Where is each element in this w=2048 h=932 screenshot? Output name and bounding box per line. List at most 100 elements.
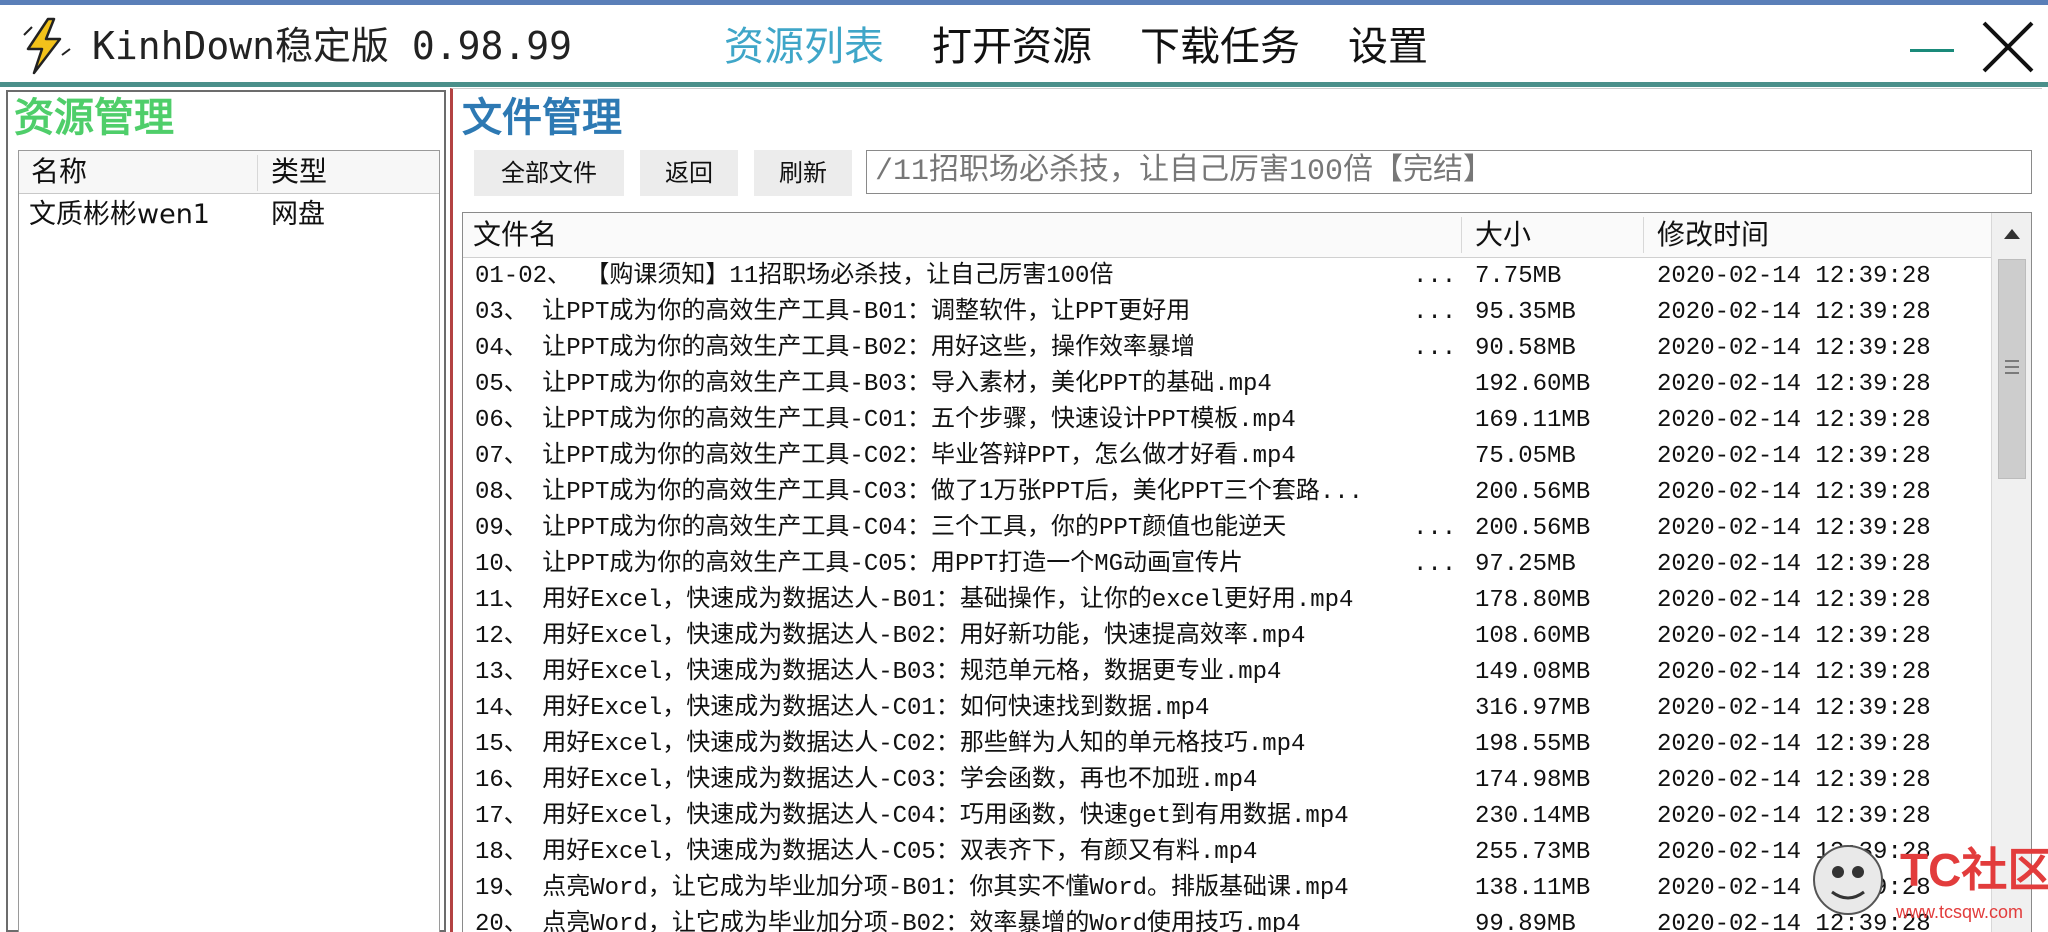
file-row[interactable]: 07、 让PPT成为你的高效生产工具-C02：毕业答辩PPT，怎么做才好看.mp… <box>463 439 1991 475</box>
file-modified-time: 2020-02-14 12:39:28 <box>1657 443 1931 470</box>
scrollbar-thumb[interactable] <box>1998 259 2026 479</box>
column-size[interactable]: 大小 <box>1475 213 1531 257</box>
nav-resource-list[interactable]: 资源列表 <box>724 23 884 71</box>
column-type[interactable]: 类型 <box>271 151 327 193</box>
file-row[interactable]: 11、 用好Excel，快速成为数据达人-B01：基础操作，让你的excel更好… <box>463 583 1991 619</box>
scroll-up-arrow-icon[interactable] <box>2000 223 2024 247</box>
file-modified-time: 2020-02-14 12:39:28 <box>1657 659 1931 686</box>
watermark-url: www.tcsqw.com <box>1895 902 2023 922</box>
truncation-ellipsis: ... <box>1413 335 1457 362</box>
file-size: 99.89MB <box>1475 911 1576 932</box>
file-size: 169.11MB <box>1475 407 1591 434</box>
file-modified-time: 2020-02-14 12:39:28 <box>1657 299 1931 326</box>
file-row[interactable]: 18、 用好Excel，快速成为数据达人-C05：双表齐下，有颜又有料.mp4 2… <box>463 835 1991 871</box>
file-size: 108.60MB <box>1475 623 1591 650</box>
file-modified-time: 2020-02-14 12:39:28 <box>1657 407 1931 434</box>
minimize-icon[interactable] <box>1910 49 1954 52</box>
file-name: 08、 让PPT成为你的高效生产工具-C03：做了1万张PPT后，美化PPT三个… <box>475 479 1364 506</box>
file-row[interactable]: 03、 让PPT成为你的高效生产工具-B01：调整软件，让PPT更好用... 95… <box>463 295 1991 331</box>
file-row[interactable]: 06、 让PPT成为你的高效生产工具-C01：五个步骤，快速设计PPT模板.mp… <box>463 403 1991 439</box>
column-name[interactable]: 名称 <box>31 151 87 193</box>
vertical-scrollbar[interactable] <box>1991 213 2031 932</box>
file-name: 06、 让PPT成为你的高效生产工具-C01：五个步骤，快速设计PPT模板.mp… <box>475 407 1296 434</box>
file-size: 138.11MB <box>1475 875 1591 902</box>
file-size: 95.35MB <box>1475 299 1576 326</box>
file-name: 01-02、 【购课须知】11招职场必杀技，让自己厉害100倍 <box>475 263 1114 290</box>
nav-download-tasks[interactable]: 下载任务 <box>1140 23 1300 71</box>
file-row[interactable]: 08、 让PPT成为你的高效生产工具-C03：做了1万张PPT后，美化PPT三个… <box>463 475 1991 511</box>
back-button[interactable]: 返回 <box>640 150 738 196</box>
file-row[interactable]: 12、 用好Excel，快速成为数据达人-B02：用好新功能，快速提高效率.mp… <box>463 619 1991 655</box>
file-row[interactable]: 09、 让PPT成为你的高效生产工具-C04：三个工具，你的PPT颜值也能逆天.… <box>463 511 1991 547</box>
file-name: 04、 让PPT成为你的高效生产工具-B02：用好这些，操作效率暴增 <box>475 335 1196 362</box>
file-name: 14、 用好Excel，快速成为数据达人-C01：如何快速找到数据.mp4 <box>475 695 1210 722</box>
title-divider <box>0 82 2048 87</box>
file-size: 198.55MB <box>1475 731 1591 758</box>
file-name: 03、 让PPT成为你的高效生产工具-B01：调整软件，让PPT更好用 <box>475 299 1191 326</box>
path-input[interactable]: /11招职场必杀技，让自己厉害100倍【完结】 <box>866 150 2032 194</box>
file-size: 316.97MB <box>1475 695 1591 722</box>
resource-panel-title: 资源管理 <box>14 95 174 141</box>
file-name: 20、 点亮Word，让它成为毕业加分项-B02：效率暴增的Word使用技巧.m… <box>475 911 1301 932</box>
file-name: 07、 让PPT成为你的高效生产工具-C02：毕业答辩PPT，怎么做才好看.mp… <box>475 443 1296 470</box>
truncation-ellipsis: ... <box>1413 551 1457 578</box>
file-modified-time: 2020-02-14 12:39:28 <box>1657 695 1931 722</box>
file-modified-time: 2020-02-14 12:39:28 <box>1657 263 1931 290</box>
title-bar: KinhDown稳定版 0.98.99 资源列表 打开资源 下载任务 设置 <box>0 0 2048 86</box>
file-name: 09、 让PPT成为你的高效生产工具-C04：三个工具，你的PPT颜值也能逆天 <box>475 515 1287 542</box>
file-name: 13、 用好Excel，快速成为数据达人-B03：规范单元格，数据更专业.mp4 <box>475 659 1282 686</box>
file-modified-time: 2020-02-14 12:39:28 <box>1657 551 1931 578</box>
resource-type: 网盘 <box>271 199 325 230</box>
column-divider <box>1643 217 1644 253</box>
file-name: 18、 用好Excel，快速成为数据达人-C05：双表齐下，有颜又有料.mp4 <box>475 839 1258 866</box>
column-modified[interactable]: 修改时间 <box>1657 213 1769 257</box>
file-size: 90.58MB <box>1475 335 1576 362</box>
lightning-app-icon <box>23 17 71 75</box>
file-size: 230.14MB <box>1475 803 1591 830</box>
file-rows: 01-02、 【购课须知】11招职场必杀技，让自己厉害100倍... 7.75MB… <box>463 259 1991 932</box>
file-size: 178.80MB <box>1475 587 1591 614</box>
file-row[interactable]: 01-02、 【购课须知】11招职场必杀技，让自己厉害100倍... 7.75MB… <box>463 259 1991 295</box>
refresh-button[interactable]: 刷新 <box>754 150 852 196</box>
column-filename[interactable]: 文件名 <box>473 213 557 257</box>
file-modified-time: 2020-02-14 12:39:28 <box>1657 731 1931 758</box>
file-row[interactable]: 05、 让PPT成为你的高效生产工具-B03：导入素材，美化PPT的基础.mp4… <box>463 367 1991 403</box>
grip-line <box>2005 366 2019 368</box>
file-list: 文件名 大小 修改时间 01-02、 【购课须知】11招职场必杀技，让自己厉害1… <box>462 212 2032 932</box>
file-size: 200.56MB <box>1475 515 1591 542</box>
file-name: 11、 用好Excel，快速成为数据达人-B01：基础操作，让你的excel更好… <box>475 587 1354 614</box>
nav-settings[interactable]: 设置 <box>1348 23 1428 71</box>
file-name: 10、 让PPT成为你的高效生产工具-C05：用PPT打造一个MG动画宣传片 <box>475 551 1244 578</box>
resource-list-header: 名称 类型 <box>19 151 439 194</box>
file-name: 19、 点亮Word，让它成为毕业加分项-B01：你其实不懂Word。排版基础课… <box>475 875 1349 902</box>
file-size: 149.08MB <box>1475 659 1591 686</box>
file-row[interactable]: 16、 用好Excel，快速成为数据达人-C03：学会函数，再也不加班.mp4 1… <box>463 763 1991 799</box>
file-row[interactable]: 04、 让PPT成为你的高效生产工具-B02：用好这些，操作效率暴增... 90.… <box>463 331 1991 367</box>
file-row[interactable]: 20、 点亮Word，让它成为毕业加分项-B02：效率暴增的Word使用技巧.m… <box>463 907 1991 932</box>
app-title: KinhDown稳定版 0.98.99 <box>92 24 573 68</box>
file-size: 174.98MB <box>1475 767 1591 794</box>
file-row[interactable]: 17、 用好Excel，快速成为数据达人-C04：巧用函数，快速get到有用数据… <box>463 799 1991 835</box>
file-row[interactable]: 15、 用好Excel，快速成为数据达人-C02：那些鲜为人知的单元格技巧.mp… <box>463 727 1991 763</box>
resource-list: 名称 类型 文质彬彬wen1 网盘 <box>18 150 440 932</box>
file-row[interactable]: 13、 用好Excel，快速成为数据达人-B03：规范单元格，数据更专业.mp4… <box>463 655 1991 691</box>
nav-open-resource[interactable]: 打开资源 <box>932 23 1092 71</box>
column-divider <box>1461 217 1462 253</box>
file-panel-title: 文件管理 <box>462 95 622 141</box>
file-modified-time: 2020-02-14 12:39:28 <box>1657 371 1931 398</box>
file-name: 17、 用好Excel，快速成为数据达人-C04：巧用函数，快速get到有用数据… <box>475 803 1349 830</box>
file-modified-time: 2020-02-14 12:39:28 <box>1657 335 1931 362</box>
file-row[interactable]: 10、 让PPT成为你的高效生产工具-C05：用PPT打造一个MG动画宣传片..… <box>463 547 1991 583</box>
file-size: 255.73MB <box>1475 839 1591 866</box>
grip-line <box>2005 360 2019 362</box>
close-icon[interactable] <box>1978 17 2038 77</box>
file-size: 97.25MB <box>1475 551 1576 578</box>
resource-row[interactable]: 文质彬彬wen1 网盘 <box>19 194 439 236</box>
file-row[interactable]: 19、 点亮Word，让它成为毕业加分项-B01：你其实不懂Word。排版基础课… <box>463 871 1991 907</box>
truncation-ellipsis: ... <box>1413 263 1457 290</box>
file-name: 16、 用好Excel，快速成为数据达人-C03：学会函数，再也不加班.mp4 <box>475 767 1258 794</box>
resource-name: 文质彬彬wen1 <box>29 199 210 230</box>
file-modified-time: 2020-02-14 12:39:28 <box>1657 587 1931 614</box>
file-row[interactable]: 14、 用好Excel，快速成为数据达人-C01：如何快速找到数据.mp4 316… <box>463 691 1991 727</box>
all-files-button[interactable]: 全部文件 <box>474 150 624 196</box>
